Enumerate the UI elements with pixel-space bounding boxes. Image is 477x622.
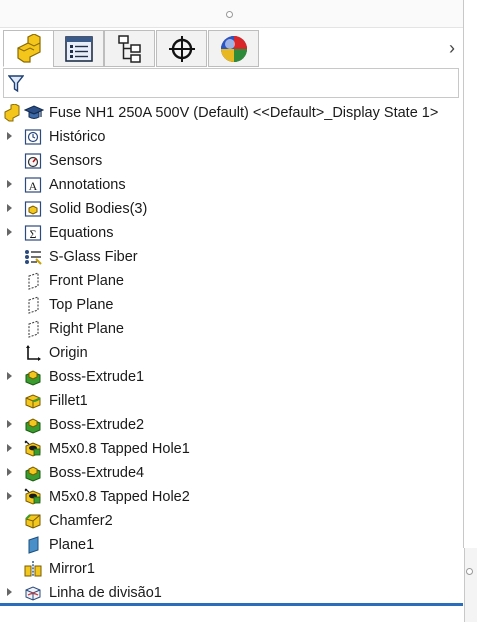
tree-root-label: Fuse NH1 250A 500V (Default) <<Default>_… xyxy=(49,105,439,121)
hole-wizard-icon xyxy=(24,440,42,458)
tree-item[interactable]: Boss-Extrude2 xyxy=(0,413,463,437)
tree-item[interactable]: Top Plane xyxy=(0,293,463,317)
tree-item-label: S-Glass Fiber xyxy=(49,249,138,265)
tree-item-label: Boss-Extrude2 xyxy=(49,417,145,433)
annotations-icon: A xyxy=(24,176,42,194)
tree-item[interactable]: Linha de divisão1 xyxy=(0,581,463,605)
split-line-icon xyxy=(24,584,42,602)
expand-arrow-icon[interactable] xyxy=(7,132,12,140)
tab-scroll-right-button[interactable]: › xyxy=(444,36,460,60)
tree-item-label: Top Plane xyxy=(49,297,114,313)
equations-icon: Σ xyxy=(24,224,42,242)
tree-item[interactable]: Solid Bodies(3) xyxy=(0,197,463,221)
tree-item-label: Equations xyxy=(49,225,114,241)
tree-item-label: Solid Bodies(3) xyxy=(49,201,148,217)
expand-arrow-icon[interactable] xyxy=(7,492,12,500)
tree-filter-bar[interactable] xyxy=(3,68,459,98)
splitter-grip-icon[interactable] xyxy=(466,568,473,575)
panel-right-border xyxy=(463,0,464,548)
appearance-sphere-icon xyxy=(220,35,247,62)
tree-item[interactable]: A Annotations xyxy=(0,173,463,197)
expand-arrow-icon[interactable] xyxy=(7,444,12,452)
tree-item-label: Right Plane xyxy=(49,321,124,337)
svg-text:A: A xyxy=(29,179,38,193)
material-icon xyxy=(24,248,42,266)
tab-display-manager[interactable] xyxy=(208,30,259,67)
configuration-tree-icon xyxy=(117,34,141,63)
tab-property-manager[interactable] xyxy=(53,30,104,67)
tree-item-label: Front Plane xyxy=(49,273,124,289)
mirror-icon xyxy=(24,560,42,578)
tree-item[interactable]: Sensors xyxy=(0,149,463,173)
tree-root-row[interactable]: Fuse NH1 250A 500V (Default) <<Default>_… xyxy=(0,101,463,125)
tree-item[interactable]: Mirror1 xyxy=(0,557,463,581)
hole-wizard-icon xyxy=(24,488,42,506)
property-list-icon xyxy=(64,35,93,62)
tree-item[interactable]: Boss-Extrude1 xyxy=(0,365,463,389)
tree-item[interactable]: Front Plane xyxy=(0,269,463,293)
tree-item-label: Boss-Extrude4 xyxy=(49,465,145,481)
fillet-icon xyxy=(24,392,42,410)
expand-arrow-icon[interactable] xyxy=(7,468,12,476)
tree-item[interactable]: Boss-Extrude4 xyxy=(0,461,463,485)
tree-item-label: M5x0.8 Tapped Hole2 xyxy=(49,489,190,505)
boss-extrude-icon xyxy=(24,416,42,434)
tree-item[interactable]: M5x0.8 Tapped Hole2 xyxy=(0,485,463,509)
ref-plane-icon xyxy=(24,536,42,554)
tab-feature-manager[interactable] xyxy=(3,30,54,67)
tree-item-label: Annotations xyxy=(49,177,126,193)
plane-icon xyxy=(24,296,42,314)
expand-arrow-icon[interactable] xyxy=(7,180,12,188)
crosshair-icon xyxy=(168,35,195,62)
manager-tab-bar: › xyxy=(0,30,463,68)
tree-item-label: M5x0.8 Tapped Hole1 xyxy=(49,441,190,457)
filter-icon[interactable] xyxy=(8,75,24,93)
tree-item-label: Boss-Extrude1 xyxy=(49,369,145,385)
tree-item[interactable]: Plane1 xyxy=(0,533,463,557)
tree-item[interactable]: M5x0.8 Tapped Hole1 xyxy=(0,437,463,461)
panel-splitter[interactable] xyxy=(464,548,477,622)
tree-item-label: Linha de divisão1 xyxy=(49,585,162,601)
history-icon xyxy=(24,128,42,146)
plane-icon xyxy=(24,320,42,338)
expand-arrow-icon[interactable] xyxy=(7,228,12,236)
tree-item[interactable]: Right Plane xyxy=(0,317,463,341)
tree-item-label: Mirror1 xyxy=(49,561,95,577)
tree-item[interactable]: Origin xyxy=(0,341,463,365)
expand-arrow-icon[interactable] xyxy=(7,588,12,596)
chamfer-icon xyxy=(24,512,42,530)
tab-dimxpert-manager[interactable] xyxy=(156,30,207,67)
part-icon xyxy=(16,33,41,63)
expand-arrow-icon[interactable] xyxy=(7,204,12,212)
sensors-icon xyxy=(24,152,42,170)
boss-extrude-icon xyxy=(24,464,42,482)
tree-item[interactable]: S-Glass Fiber xyxy=(0,245,463,269)
tree-item[interactable]: Fillet1 xyxy=(0,389,463,413)
tree-item-label: Origin xyxy=(49,345,88,361)
plane-icon xyxy=(24,272,42,290)
tab-configuration-manager[interactable] xyxy=(104,30,155,67)
resize-grip-icon[interactable] xyxy=(226,11,233,18)
tree-item-label: Chamfer2 xyxy=(49,513,113,529)
part-icon xyxy=(4,104,20,122)
expand-arrow-icon[interactable] xyxy=(7,372,12,380)
tree-item[interactable]: Histórico xyxy=(0,125,463,149)
expand-arrow-icon[interactable] xyxy=(7,420,12,428)
tree-item[interactable]: Chamfer2 xyxy=(0,509,463,533)
tree-item[interactable]: Σ Equations xyxy=(0,221,463,245)
origin-icon xyxy=(24,344,42,362)
panel-top-strip xyxy=(0,0,464,28)
tree-item-label: Histórico xyxy=(49,129,106,145)
graduation-cap-icon xyxy=(24,105,44,119)
svg-text:Σ: Σ xyxy=(30,227,37,241)
tree-item-label: Plane1 xyxy=(49,537,95,553)
tree-item-label: Fillet1 xyxy=(49,393,88,409)
tree-item-label: Sensors xyxy=(49,153,103,169)
solid-bodies-icon xyxy=(24,200,42,218)
panel-bottom-accent xyxy=(0,603,463,606)
boss-extrude-icon xyxy=(24,368,42,386)
